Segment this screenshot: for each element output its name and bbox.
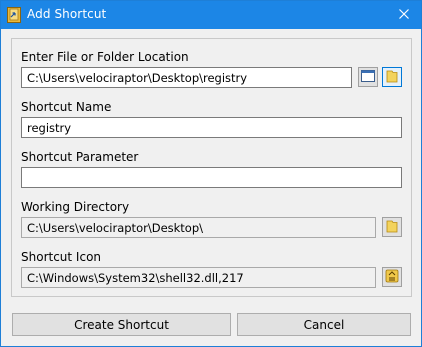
create-shortcut-button[interactable]: Create Shortcut xyxy=(12,313,231,336)
shortcut-icon-label: Shortcut Icon xyxy=(21,250,102,264)
add-shortcut-dialog: Add Shortcut Enter File or Folder Locati… xyxy=(0,0,422,347)
folder-icon xyxy=(386,69,398,86)
browse-folder-button[interactable] xyxy=(382,67,402,87)
working-directory-label: Working Directory xyxy=(21,200,130,214)
window-title: Add Shortcut xyxy=(27,7,107,21)
cancel-button[interactable]: Cancel xyxy=(237,313,411,336)
working-directory-input[interactable]: C:\Users\velociraptor\Desktop\ xyxy=(21,217,376,238)
title-bar[interactable]: Add Shortcut xyxy=(1,1,421,29)
shortcut-folder-icon xyxy=(7,7,21,23)
browse-icon-button[interactable] xyxy=(382,267,402,287)
close-icon xyxy=(399,8,409,22)
shortcut-name-input[interactable]: registry xyxy=(21,117,402,138)
shortcut-icon-input[interactable]: C:\Windows\System32\shell32.dll,217 xyxy=(21,267,376,288)
shortcut-parameter-input[interactable] xyxy=(21,167,402,188)
shortcut-name-label: Shortcut Name xyxy=(21,100,112,114)
location-label: Enter File or Folder Location xyxy=(21,50,189,64)
icon-picker-icon xyxy=(385,269,399,286)
window-icon xyxy=(361,69,375,85)
close-button[interactable] xyxy=(387,1,421,29)
location-input[interactable]: C:\Users\velociraptor\Desktop\registry xyxy=(21,67,352,88)
browse-file-button[interactable] xyxy=(358,67,378,87)
shortcut-parameter-label: Shortcut Parameter xyxy=(21,150,139,164)
folder-icon xyxy=(386,219,398,236)
browse-working-directory-button[interactable] xyxy=(382,217,402,237)
